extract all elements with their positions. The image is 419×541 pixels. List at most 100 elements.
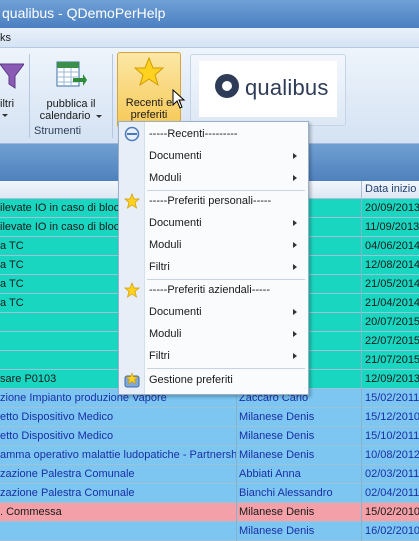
- qualibus-logo-icon: [213, 72, 241, 103]
- menu-item-label: Documenti: [149, 306, 202, 318]
- submenu-arrow-icon: [293, 175, 297, 181]
- menu-item-aziendali-filtri[interactable]: Filtri: [119, 345, 308, 367]
- table-cell: amma operativo malattie ludopatiche - Pa…: [0, 449, 236, 461]
- recenti-label-2: preferiti: [130, 109, 168, 121]
- column-divider: [361, 199, 362, 218]
- menu-item-aziendali-documenti[interactable]: Documenti: [119, 301, 308, 323]
- menu-header-personali-label: -----Preferiti personali-----: [149, 195, 272, 207]
- table-cell: 21/04/2014: [365, 297, 419, 309]
- menu-item-label: Documenti: [149, 150, 202, 162]
- calendar-export-icon: [55, 58, 87, 93]
- table-row[interactable]: Milanese Denis 16/02/2010: [0, 522, 419, 541]
- table-cell: 10/08/2012: [365, 449, 419, 461]
- submenu-arrow-icon: [293, 353, 297, 359]
- table-cell: 15/02/2010: [365, 506, 419, 518]
- column-divider: [361, 332, 362, 351]
- column-divider: [361, 522, 362, 541]
- ribbon-group-label: Strumenti: [34, 125, 82, 137]
- pubblica-label-2: calendario: [39, 110, 91, 122]
- column-divider: [236, 465, 237, 484]
- table-row[interactable]: etto Dispositivo Medico Milanese Denis 15/…: [0, 408, 419, 427]
- pubblica-label-1: pubblica il: [46, 98, 96, 110]
- table-row[interactable]: etto Dispositivo Medico Milanese Denis 15/…: [0, 427, 419, 446]
- star-icon: [124, 282, 140, 298]
- menu-item-label: Filtri: [149, 261, 170, 273]
- logo-text: qualibus: [245, 75, 329, 100]
- menu-item-gestione-preferiti[interactable]: Gestione preferiti: [119, 369, 308, 391]
- table-cell: etto Dispositivo Medico: [0, 430, 114, 442]
- table-cell: 02/04/2011: [365, 487, 419, 499]
- submenu-arrow-icon: [293, 309, 297, 315]
- pubblica-calendario-button[interactable]: pubblica il calendario: [35, 52, 107, 128]
- table-cell: 20/07/2015: [365, 316, 419, 328]
- column-divider: [236, 484, 237, 503]
- menu-item-personali-filtri[interactable]: Filtri: [119, 256, 308, 278]
- recenti-preferiti-button[interactable]: Recenti e preferiti: [117, 52, 186, 128]
- filtri-label: iltri: [0, 98, 15, 110]
- column-divider: [361, 484, 362, 503]
- funnel-icon: [0, 62, 25, 95]
- table-cell: 15/02/2011: [365, 392, 419, 404]
- chevron-down-icon: [96, 114, 103, 118]
- menu-strip: ks: [0, 28, 419, 48]
- column-divider: [361, 427, 362, 446]
- column-divider: [236, 522, 237, 541]
- mouse-cursor-icon: [172, 88, 186, 112]
- logo-panel: qualibus: [190, 54, 346, 126]
- menu-item-label: Documenti: [149, 217, 202, 229]
- table-cell: 04/06/2014: [365, 240, 419, 252]
- menu-item-personali-moduli[interactable]: Moduli: [119, 234, 308, 256]
- column-divider: [361, 256, 362, 275]
- column-divider: [361, 313, 362, 332]
- table-cell: 15/12/2010: [365, 411, 419, 423]
- column-divider: [361, 351, 362, 370]
- table-cell: Milanese Denis: [239, 506, 315, 518]
- table-row[interactable]: zazione Palestra Comunale Bianchi Alessan…: [0, 484, 419, 503]
- table-cell: etto Dispositivo Medico: [0, 411, 114, 423]
- column-divider: [236, 408, 237, 427]
- submenu-arrow-icon: [293, 153, 297, 159]
- table-cell: zazione Palestra Comunale: [0, 468, 135, 480]
- filtri-button[interactable]: iltri: [0, 52, 28, 128]
- table-row[interactable]: zazione Palestra Comunale Abbiati Anna 02/…: [0, 465, 419, 484]
- menu-item[interactable]: ks: [0, 32, 11, 44]
- chevron-down-icon: [2, 114, 8, 117]
- table-cell: 12/09/2013: [365, 373, 419, 385]
- menu-header-preferiti-aziendali: -----Preferiti aziendali-----: [119, 279, 308, 301]
- table-row[interactable]: . Commessa Milanese Denis 15/02/2010: [0, 503, 419, 522]
- grid-header-divider: [361, 181, 362, 198]
- table-cell: zazione Palestra Comunale: [0, 487, 135, 499]
- column-divider: [361, 389, 362, 408]
- star-icon: [124, 193, 140, 209]
- table-cell: Milanese Denis: [239, 430, 315, 442]
- submenu-arrow-icon: [293, 264, 297, 270]
- table-row[interactable]: amma operativo malattie ludopatiche - Pa…: [0, 446, 419, 465]
- table-cell: 22/07/2015: [365, 335, 419, 347]
- column-divider: [361, 370, 362, 389]
- menu-item-aziendali-moduli[interactable]: Moduli: [119, 323, 308, 345]
- menu-item-personali-documenti[interactable]: Documenti: [119, 212, 308, 234]
- submenu-arrow-icon: [293, 331, 297, 337]
- table-cell: . Commessa: [0, 506, 62, 518]
- menu-item-label: Moduli: [149, 239, 182, 251]
- column-header-data-inizio[interactable]: Data inizio: [365, 183, 416, 195]
- history-icon: [124, 126, 140, 142]
- column-divider: [361, 408, 362, 427]
- manage-favorites-icon: [124, 372, 140, 388]
- ribbon-separator: [112, 54, 113, 138]
- window-title-bar: qualibus - QDemoPerHelp: [0, 0, 419, 28]
- column-divider: [361, 275, 362, 294]
- ribbon-separator: [29, 54, 30, 138]
- menu-item-recenti-moduli[interactable]: Moduli: [119, 167, 308, 189]
- column-divider: [361, 237, 362, 256]
- submenu-arrow-icon: [293, 220, 297, 226]
- menu-header-recenti-label: -----Recenti---------: [149, 128, 238, 140]
- logo-inner: qualibus: [199, 61, 337, 117]
- recenti-label-1: Recenti e: [125, 97, 173, 109]
- menu-item-recenti-documenti[interactable]: Documenti: [119, 145, 308, 167]
- table-cell: Abbiati Anna: [239, 468, 301, 480]
- column-divider: [361, 446, 362, 465]
- submenu-arrow-icon: [293, 242, 297, 248]
- column-divider: [236, 503, 237, 522]
- menu-item-label: Moduli: [149, 172, 182, 184]
